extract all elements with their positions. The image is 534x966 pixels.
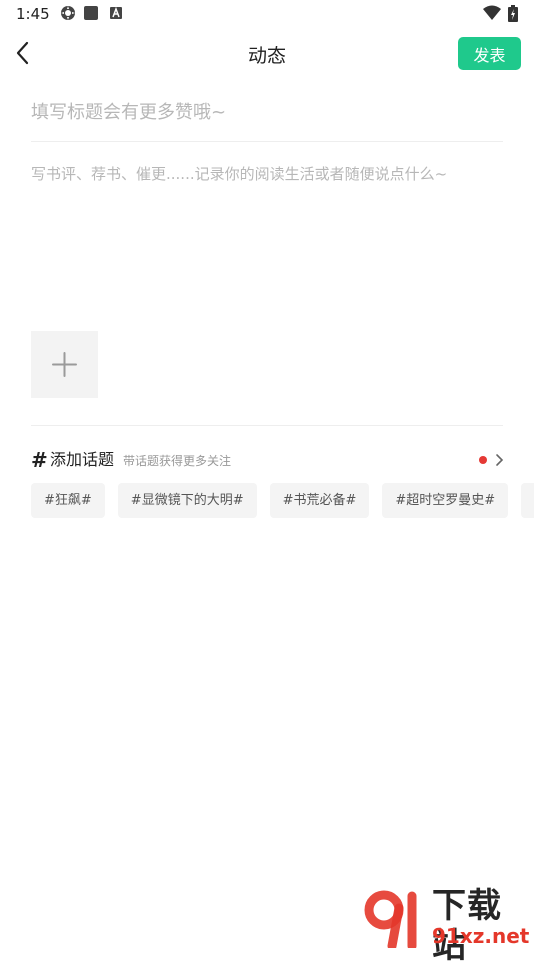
topic-chip[interactable]: #显微镜下的大明# — [117, 483, 257, 518]
status-time: 1:45 — [16, 5, 50, 23]
wifi-icon — [483, 5, 501, 20]
watermark: 下载站 91xz.net — [360, 886, 534, 966]
battery-icon — [508, 5, 518, 22]
watermark-logo-icon — [364, 890, 417, 948]
page-title: 动态 — [247, 45, 286, 67]
status-bar: 1:45 — [0, 0, 534, 28]
watermark-url: 91xz.net — [432, 924, 530, 948]
divider — [31, 425, 503, 426]
settings-gear-icon — [61, 6, 75, 20]
hashtag-icon: # — [31, 448, 48, 472]
top-bar: 动态 发表 — [0, 28, 534, 80]
topic-chip[interactable]: +更 — [521, 483, 534, 518]
topic-chip[interactable]: #超时空罗曼史# — [382, 483, 509, 518]
title-input[interactable] — [31, 96, 503, 128]
plus-icon — [52, 352, 77, 377]
add-topic-hint: 带话题获得更多关注 — [123, 454, 232, 468]
topic-chip-list: #狂飙# #显微镜下的大明# #书荒必备# #超时空罗曼史# +更 — [31, 483, 534, 518]
notification-dot — [479, 456, 487, 464]
publish-button[interactable]: 发表 — [458, 37, 521, 70]
add-topic-label: 添加话题 — [50, 450, 115, 469]
topic-chip[interactable]: #书荒必备# — [269, 483, 370, 518]
divider — [31, 141, 503, 142]
content-input[interactable] — [31, 162, 503, 312]
topic-chip[interactable]: #狂飙# — [31, 483, 105, 518]
add-topic-row[interactable]: # 添加话题 带话题获得更多关注 — [31, 448, 506, 472]
chevron-right-icon — [496, 454, 504, 466]
add-image-button[interactable] — [31, 331, 98, 398]
square-app-icon — [84, 6, 98, 20]
font-a-icon — [110, 6, 122, 19]
